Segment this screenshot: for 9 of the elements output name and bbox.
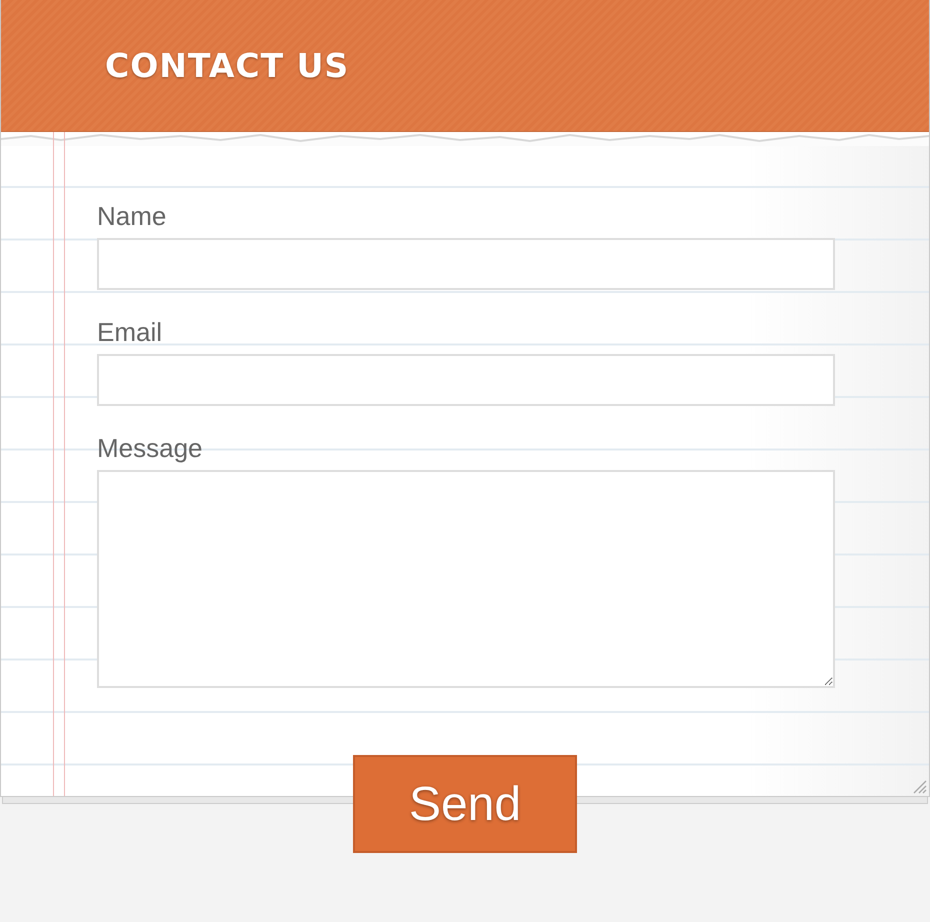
input-field[interactable] xyxy=(97,238,835,290)
send-button[interactable]: Send xyxy=(353,755,577,853)
field-label: Message xyxy=(97,432,204,464)
field-label: Email xyxy=(97,316,164,348)
page-title: CONTACT US xyxy=(105,46,350,85)
resize-grip-icon[interactable] xyxy=(911,778,927,794)
field-label: Name xyxy=(97,200,168,232)
message-field[interactable] xyxy=(97,470,835,688)
input-field[interactable] xyxy=(97,354,835,406)
